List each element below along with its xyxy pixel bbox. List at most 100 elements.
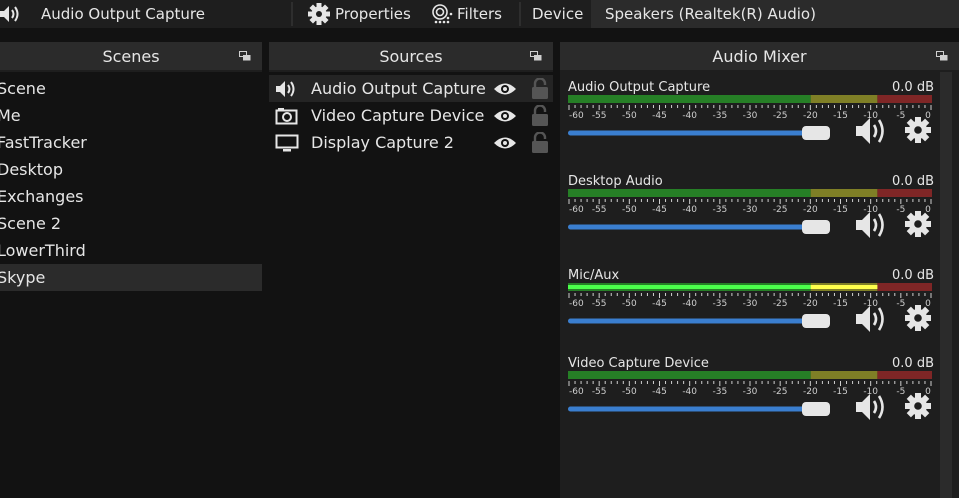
volume-slider-fill [568,224,816,230]
properties-label: Properties [335,5,411,23]
properties-button[interactable]: Properties [308,0,411,28]
volume-slider[interactable] [568,314,830,328]
scale-label: -5 [896,299,905,307]
volume-slider[interactable] [568,402,830,416]
scene-item[interactable]: Exchanges [0,183,262,210]
volume-meter [568,95,932,103]
scale-label: -30 [743,299,758,307]
scene-item[interactable]: Skype [0,264,262,291]
scale-label: -20 [803,387,818,395]
volume-slider-handle[interactable] [802,220,830,234]
mixer-channel-list: Audio Output Capture 0.0 dB -60 -55 -50 -45 -4… [560,72,959,498]
meter-level [568,285,811,289]
mute-speaker-icon[interactable] [855,116,889,146]
source-item[interactable]: Video Capture Device [269,102,553,129]
volume-slider-handle[interactable] [802,314,830,328]
meter-level [810,285,878,289]
mixer-channel: Mic/Aux 0.0 dB -60 -55 -50 -45 -40 -35 -30 -25 -20… [568,268,934,348]
source-item-label: Display Capture 2 [311,133,454,152]
scene-item[interactable]: LowerThird [0,237,262,264]
eye-icon[interactable] [493,109,517,123]
scale-label: -30 [743,111,758,119]
scale-label: -45 [652,387,667,395]
audio-mixer-dock-header: Audio Mixer [560,42,959,70]
gear-icon[interactable] [905,393,931,419]
scale-label: -35 [712,299,727,307]
scale-label: -55 [592,205,607,213]
monitor-icon [275,134,299,152]
sources-title: Sources [379,47,443,66]
scale-label: -30 [743,205,758,213]
scale-label: -20 [803,205,818,213]
scale-label: -20 [803,299,818,307]
volume-slider[interactable] [568,220,830,234]
lock-icon[interactable] [531,78,549,99]
mixer-scrollbar[interactable] [940,72,952,498]
scale-label: -40 [682,111,697,119]
audio-mixer-dock: Audio Mixer Audio Output Capture 0.0 dB -6… [560,42,959,498]
volume-slider[interactable] [568,126,830,140]
volume-slider-handle[interactable] [802,402,830,416]
scene-item-label: FastTracker [0,133,87,152]
lock-icon[interactable] [531,132,549,153]
scale-label: -60 [569,205,584,213]
speaker-icon [276,81,295,97]
source-item[interactable]: Audio Output Capture [269,75,553,102]
volume-slider-fill [568,406,816,412]
lock-icon[interactable] [531,105,549,126]
gear-icon[interactable] [905,117,931,143]
meter-green-zone [568,371,811,379]
scene-item-label: Skype [0,268,46,287]
scene-item[interactable]: FastTracker [0,129,262,156]
meter-red-zone [877,283,932,291]
gear-icon [308,3,330,25]
scale-label: -50 [622,299,637,307]
mute-speaker-icon[interactable] [855,392,889,422]
volume-meter [568,283,932,291]
scale-label: -20 [803,111,818,119]
scale-label: -40 [682,299,697,307]
gear-icon[interactable] [905,211,931,237]
scene-item-label: Scene 2 [0,214,62,233]
scene-item-label: Desktop [0,160,63,179]
scene-item[interactable]: Scene [0,75,262,102]
scale-label: -55 [592,387,607,395]
sources-dock: Sources Audio Output Capture Video Captu… [269,42,553,498]
toolbar-separator [519,2,521,26]
scale-label: -60 [569,111,584,119]
scale-label: -45 [652,299,667,307]
scale-label: -25 [773,111,788,119]
scale-label: -50 [622,111,637,119]
scale-label: -55 [592,111,607,119]
volume-meter [568,371,932,379]
filters-button[interactable]: Filters [430,0,502,28]
scale-label: -25 [773,205,788,213]
source-item[interactable]: Display Capture 2 [269,129,553,156]
scale-label: -5 [896,387,905,395]
scene-item[interactable]: Me [0,102,262,129]
meter-red-zone [877,371,932,379]
scale-label: -60 [569,387,584,395]
undock-icon[interactable] [530,51,542,61]
source-item-label: Video Capture Device [311,106,485,125]
scene-item[interactable]: Scene 2 [0,210,262,237]
mute-speaker-icon[interactable] [855,304,889,334]
scene-item-label: Exchanges [0,187,84,206]
scale-label: -60 [569,299,584,307]
undock-icon[interactable] [936,51,948,61]
scale-label: -15 [833,299,848,307]
eye-icon[interactable] [493,136,517,150]
scale-label: -45 [652,111,667,119]
eye-icon[interactable] [493,82,517,96]
audio-mixer-title: Audio Mixer [712,47,807,66]
scale-label: -5 [896,111,905,119]
volume-slider-handle[interactable] [802,126,830,140]
device-select[interactable]: Speakers (Realtek(R) Audio) [591,0,959,28]
mute-speaker-icon[interactable] [855,210,889,240]
scale-label: -45 [652,205,667,213]
scene-item[interactable]: Desktop [0,156,262,183]
scene-item-label: LowerThird [0,241,86,260]
undock-icon[interactable] [239,51,251,61]
gear-icon[interactable] [905,305,931,331]
scene-item-label: Me [0,106,21,125]
